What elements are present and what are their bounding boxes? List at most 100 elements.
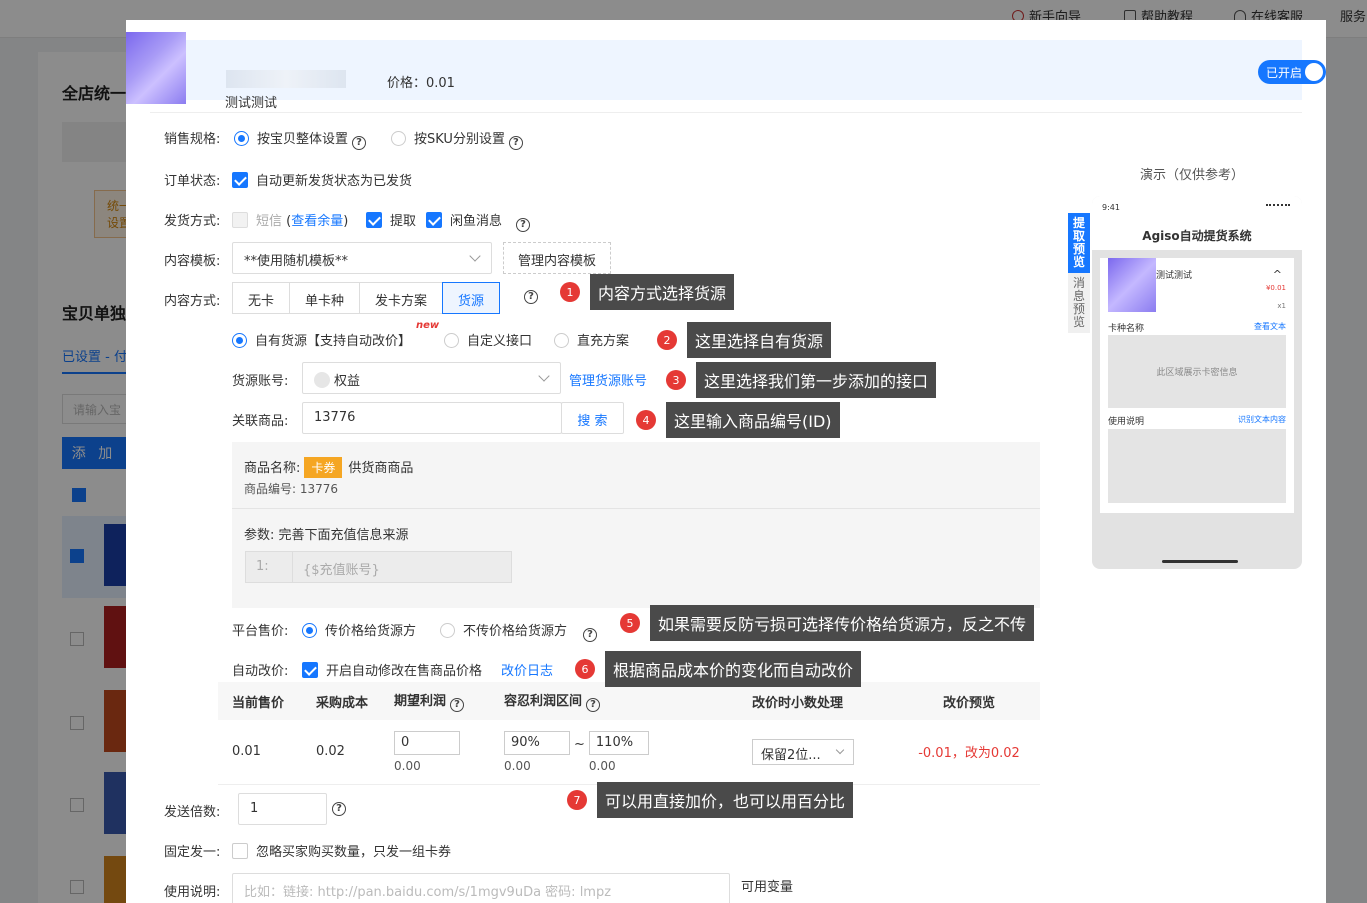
price-table: 当前售价 采购成本 期望利润? 容忍利润区间? 改价时小数处理 改价预览 0.0… — [218, 682, 1040, 785]
preview-tabs: 提取预览 消息预览 — [1068, 213, 1090, 333]
delivery-label: 发货方式: — [164, 214, 221, 229]
item-price: ¥0.01 — [1265, 284, 1286, 292]
mode-card-scheme[interactable]: 发卡方案 — [359, 282, 444, 314]
divider — [150, 112, 1302, 113]
product-id-line: 商品编号: 13776 — [244, 482, 339, 496]
col-cost: 采购成本 — [302, 682, 380, 720]
radio[interactable] — [444, 333, 459, 348]
col-preview: 改价预览 — [898, 682, 1040, 720]
item-avatar — [1108, 258, 1156, 312]
col-profit: 期望利润? — [380, 682, 490, 720]
param-index: 1: — [245, 551, 293, 583]
manage-template-button[interactable]: 管理内容模板 — [503, 242, 612, 274]
checkbox-checked[interactable] — [366, 212, 382, 228]
usage-link-preview[interactable]: 识别文本内容 — [1238, 414, 1286, 425]
app-title: Agiso自动提货系统 — [1142, 229, 1252, 243]
checkbox-disabled — [232, 212, 248, 228]
source-account-select[interactable]: 权益 — [302, 362, 561, 394]
item-name: 测试测试 — [1156, 271, 1193, 281]
help-icon[interactable]: ? — [524, 290, 538, 304]
help-icon[interactable]: ? — [508, 136, 523, 150]
tab-pickup-preview[interactable]: 提取预览 — [1068, 213, 1090, 273]
mode-source[interactable]: 货源 — [442, 282, 501, 314]
chevron-down-icon — [469, 250, 481, 262]
view-balance-link[interactable]: 查看余量 — [291, 214, 343, 229]
range-row: 90% 0.00 ~ 110% 0.00 — [504, 730, 738, 773]
delivery-sms-option[interactable]: 短信 (查看余量) — [232, 210, 348, 229]
auto-price-option[interactable]: 开启自动修改在售商品价格 — [302, 660, 482, 679]
radio-selected[interactable] — [234, 131, 249, 146]
range-high-input[interactable]: 110% — [588, 730, 649, 755]
related-product-label: 关联商品: — [232, 414, 289, 429]
direct-charge-option[interactable]: 直充方案 — [554, 330, 629, 349]
template-select[interactable]: **使用随机模板** — [232, 242, 492, 274]
settings-modal: 测试测试 价格：0.01 已开启 销售规格: 按宝贝整体设置? 按SKU分别设置… — [126, 20, 1326, 903]
spec-whole-option[interactable]: 按宝贝整体设置? — [234, 128, 367, 150]
col-range: 容忍利润区间? — [490, 682, 738, 720]
delivery-pickup-option[interactable]: 提取 — [366, 210, 416, 229]
send-multiple-input[interactable]: 1 — [238, 793, 327, 825]
checkbox-checked[interactable] — [302, 662, 318, 678]
delivery-xianyu-option[interactable]: 闲鱼消息? — [426, 210, 531, 232]
custom-api-option[interactable]: 自定义接口 — [444, 330, 532, 349]
usage-textarea[interactable]: 比如：链接: http://pan.baidu.com/s/1mgv9uDa 密… — [232, 873, 730, 903]
enable-toggle[interactable]: 已开启 — [1258, 60, 1326, 84]
table-row: 0.01 0.02 0 0.00 90% 0.00 ~ 110% 0.00 保留2位.… — [218, 720, 1040, 785]
auto-ship-option[interactable]: 自动更新发货状态为已发货 — [232, 170, 412, 189]
profit-input[interactable]: 0 — [394, 730, 460, 755]
range-cell: 90% 0.00 ~ 110% 0.00 — [490, 720, 738, 785]
no-pass-price-option[interactable]: 不传价格给货源方? — [440, 620, 598, 642]
toggle-knob — [1305, 63, 1323, 81]
phone-card: 测试测试 ^ ¥0.01 x1 卡种名称 查看文本 此区域展示卡密信息 使用说明… — [1100, 258, 1294, 513]
help-icon[interactable]: ? — [586, 698, 601, 712]
radio[interactable] — [391, 131, 406, 146]
fixed-one-label: 固定发一: — [164, 845, 221, 860]
variables-link[interactable]: 可用变量 — [741, 876, 793, 895]
phone-header: 9:41 Agiso自动提货系统 — [1092, 196, 1302, 250]
radio-selected[interactable] — [302, 623, 317, 638]
annotation-7: 7 可以用直接加价，也可以用百分比 — [567, 782, 854, 818]
product-id-input[interactable]: 13776 — [302, 402, 562, 434]
col-current-price: 当前售价 — [218, 682, 302, 720]
help-icon[interactable]: ? — [450, 698, 465, 712]
own-source-option[interactable]: 自有货源【支持自动改价】 — [232, 330, 411, 349]
manage-source-account-link[interactable]: 管理货源账号 — [569, 370, 647, 389]
fixed-one-option[interactable]: 忽略买家购买数量，只发一组卡券 — [232, 841, 451, 860]
help-icon[interactable]: ? — [352, 136, 367, 150]
help-icon[interactable]: ? — [516, 218, 531, 232]
help-icon[interactable]: ? — [583, 628, 598, 642]
chevron-down-icon — [538, 370, 550, 382]
range-low-input[interactable]: 90% — [504, 730, 570, 755]
source-account-label: 货源账号: — [232, 374, 289, 389]
price-log-link[interactable]: 改价日志 — [501, 660, 553, 679]
search-button[interactable]: 搜 索 — [561, 402, 624, 434]
card-link[interactable]: 查看文本 — [1254, 321, 1286, 332]
help-icon[interactable]: ? — [332, 802, 346, 816]
checkbox[interactable] — [232, 843, 248, 859]
decimal-cell: 保留2位... — [738, 720, 898, 785]
radio[interactable] — [554, 333, 569, 348]
mode-no-card[interactable]: 无卡 — [232, 282, 291, 314]
card-area: 此区域展示卡密信息 — [1108, 335, 1286, 408]
decimal-select[interactable]: 保留2位... — [752, 738, 854, 765]
tab-message-preview[interactable]: 消息预览 — [1068, 273, 1090, 333]
radio-selected[interactable] — [232, 333, 247, 348]
pass-price-option[interactable]: 传价格给货源方 — [302, 620, 416, 639]
usage-area — [1108, 429, 1286, 503]
chevron-up-icon[interactable]: ^ — [1273, 268, 1282, 281]
item-qty: x1 — [1277, 302, 1286, 310]
current-price-cell: 0.01 — [218, 720, 302, 785]
order-status-label: 订单状态: — [164, 174, 221, 189]
mode-single-card[interactable]: 单卡种 — [289, 282, 361, 314]
radio[interactable] — [440, 623, 455, 638]
checkbox-checked[interactable] — [232, 172, 248, 188]
params-label: 参数: 完善下面充值信息来源 — [244, 528, 409, 543]
spec-sku-option[interactable]: 按SKU分别设置? — [391, 128, 523, 150]
checkbox-checked[interactable] — [426, 212, 442, 228]
coupon-tag: 卡券 — [304, 457, 343, 478]
annotation-1: 1 内容方式选择货源 — [560, 274, 735, 310]
annotation-6: 6 根据商品成本价的变化而自动改价 — [575, 651, 862, 687]
auto-price-label: 自动改价: — [232, 664, 289, 679]
col-decimal: 改价时小数处理 — [738, 682, 898, 720]
cost-cell: 0.02 — [302, 720, 380, 785]
